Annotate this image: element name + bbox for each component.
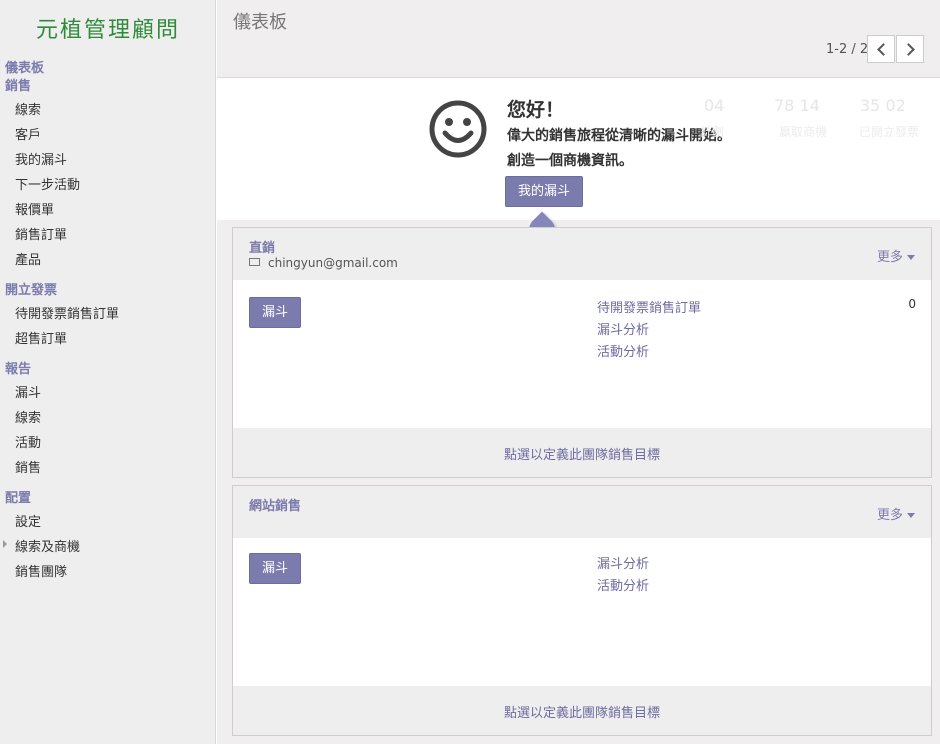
- set-sales-target-link[interactable]: 點選以定義此團隊銷售目標: [233, 702, 931, 721]
- sidebar-item-leads-opportunities[interactable]: 線索及商機: [15, 536, 80, 555]
- activities-analysis-link[interactable]: 活動分析: [597, 575, 649, 594]
- pager-next-button[interactable]: [896, 35, 924, 63]
- pipeline-button[interactable]: 漏斗: [249, 297, 301, 328]
- sidebar-item-quotations[interactable]: 報價單: [15, 199, 54, 218]
- faded-kpi-value: 35 02: [860, 96, 906, 115]
- chevron-left-icon: [877, 43, 890, 56]
- sidebar-item-customers[interactable]: 客戶: [15, 124, 41, 143]
- pipeline-analysis-link[interactable]: 漏斗分析: [597, 319, 649, 338]
- team-name[interactable]: 直銷: [249, 237, 275, 256]
- sidebar-section-sales: 銷售: [5, 79, 32, 94]
- sidebar-item-orders-to-invoice[interactable]: 待開發票銷售訂單: [15, 303, 119, 322]
- sidebar-item-my-pipeline[interactable]: 我的漏斗: [15, 149, 67, 168]
- team-card-footer: 點選以定義此團隊銷售目標: [233, 428, 931, 477]
- company-logo: 元植管理顧問: [35, 18, 180, 43]
- sidebar-item-leads[interactable]: 線索: [15, 99, 41, 118]
- sidebar-item-pipeline-report[interactable]: 漏斗: [15, 382, 41, 401]
- faded-kpi-value: 78 14: [774, 96, 820, 115]
- greeting: 您好！: [507, 99, 565, 121]
- more-label: 更多: [876, 508, 903, 523]
- faded-kpi-label: 贏取商機: [779, 125, 828, 139]
- pipeline-analysis-link[interactable]: 漏斗分析: [597, 553, 649, 572]
- faded-kpi-label: 已開立發票: [859, 125, 920, 139]
- welcome-banner: 您好！ 偉大的銷售旅程從清晰的漏斗開始。 創造一個商機資訊。 我的漏斗 04 7…: [217, 78, 940, 249]
- smiley-icon: [429, 100, 487, 158]
- sidebar-item-upselling[interactable]: 超售訂單: [15, 328, 67, 347]
- sidebar-section-reporting: 報告: [5, 362, 32, 377]
- pager-previous-button[interactable]: [867, 35, 895, 63]
- sidebar-item-activities-report[interactable]: 活動: [15, 432, 41, 451]
- sidebar-item-dashboard[interactable]: 儀表板: [5, 57, 44, 76]
- chevron-right-icon: [902, 43, 915, 56]
- envelope-icon: [249, 258, 260, 266]
- sidebar-section-configuration: 配置: [5, 491, 32, 506]
- sidebar-item-leads-report[interactable]: 線索: [15, 407, 41, 426]
- sidebar-item-settings[interactable]: 設定: [15, 511, 41, 530]
- team-card-footer: 點選以定義此團隊銷售目標: [233, 686, 931, 735]
- set-sales-target-link[interactable]: 點選以定義此團隊銷售目標: [233, 444, 931, 463]
- sidebar-section-invoicing: 開立發票: [5, 283, 58, 298]
- caret-down-icon: [907, 513, 915, 518]
- welcome-line-1: 偉大的銷售旅程從清晰的漏斗開始。: [507, 128, 731, 144]
- expand-triangle-icon[interactable]: [3, 540, 7, 548]
- team-card-website: 網站銷售 更多 漏斗 漏斗分析 活動分析 點選以定義此團隊銷售目標: [232, 485, 932, 736]
- sidebar-item-sales-teams[interactable]: 銷售團隊: [15, 561, 67, 580]
- sidebar-item-products[interactable]: 產品: [15, 249, 41, 268]
- team-name[interactable]: 網站銷售: [249, 495, 301, 514]
- more-label: 更多: [876, 250, 903, 265]
- sidebar-item-sales-report[interactable]: 銷售: [15, 457, 41, 476]
- breadcrumb: 儀表板: [233, 12, 287, 33]
- more-dropdown[interactable]: 更多: [877, 504, 915, 523]
- team-card-header: 直銷 chingyun@gmail.com 更多: [233, 228, 931, 280]
- welcome-line-2: 創造一個商機資訊。: [507, 153, 633, 169]
- faded-kpi-value: 04: [704, 96, 725, 115]
- sidebar-item-sales-orders[interactable]: 銷售訂單: [15, 224, 67, 243]
- team-email: chingyun@gmail.com: [268, 256, 398, 270]
- pipeline-button[interactable]: 漏斗: [249, 553, 301, 584]
- orders-to-invoice-link[interactable]: 待開發票銷售訂單: [597, 297, 701, 316]
- activities-analysis-link[interactable]: 活動分析: [597, 341, 649, 360]
- main-content: 儀表板 1-2 / 2 您好！ 偉大的銷售旅程從清晰的漏斗開始。 創造一個商機資…: [217, 0, 940, 744]
- more-dropdown[interactable]: 更多: [877, 246, 915, 265]
- pager-value[interactable]: 1-2 / 2: [826, 42, 868, 57]
- orders-to-invoice-count: 0: [908, 297, 916, 311]
- faded-kpi-label: 計劃: [700, 125, 725, 139]
- team-card-direct-sales: 直銷 chingyun@gmail.com 更多 漏斗 待開發票銷售訂單 0 漏…: [232, 227, 932, 478]
- sidebar: 元植管理顧問 儀表板 銷售 線索 客戶 我的漏斗 下一步活動 報價單 銷售訂單 …: [0, 0, 216, 744]
- sidebar-item-next-activities[interactable]: 下一步活動: [15, 174, 80, 193]
- team-card-header: 網站銷售 更多: [233, 486, 931, 538]
- control-panel: 儀表板 1-2 / 2: [217, 0, 940, 78]
- caret-down-icon: [907, 255, 915, 260]
- my-pipeline-button[interactable]: 我的漏斗: [505, 176, 583, 207]
